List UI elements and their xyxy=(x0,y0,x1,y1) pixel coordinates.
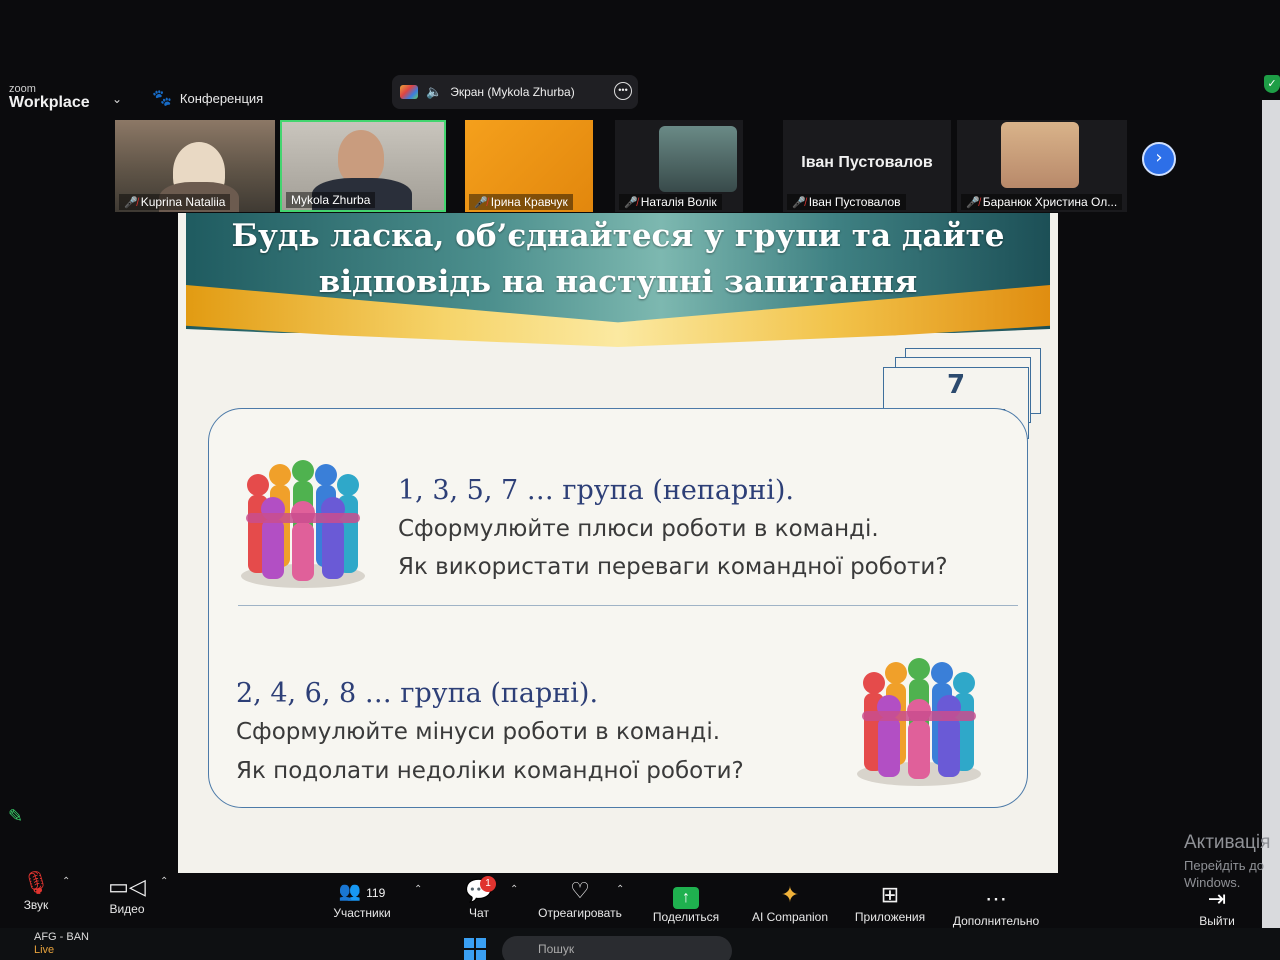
chat-button[interactable]: 💬 1 Чат xyxy=(460,876,498,920)
windows-start-icon[interactable] xyxy=(464,938,486,960)
team-circle-icon xyxy=(857,658,981,786)
mic-muted-icon: 🎤̸ xyxy=(792,197,806,209)
group1-line1: Сформулюйте плюси роботи в команді. xyxy=(398,516,879,542)
right-edge-panel xyxy=(1262,100,1280,960)
leave-meeting-button[interactable]: ⇥ Выйти xyxy=(1194,884,1240,928)
chat-options-caret[interactable]: ⌃ xyxy=(510,884,518,895)
meeting-toolbar: 🎙 Звук ⌃ ▭◁ Видео ⌃ 👥 119 Участники ⌃ 💬 … xyxy=(0,862,1280,932)
security-shield-icon: ✓ xyxy=(1264,75,1280,93)
participants-icon: 👥 119 xyxy=(338,881,386,901)
audio-button[interactable]: 🎙 Звук xyxy=(14,868,58,912)
annotate-pencil-icon[interactable]: ✎ xyxy=(8,806,23,827)
timer-value: 7 xyxy=(946,370,966,400)
group1-line2: Як використати переваги командної роботи… xyxy=(398,554,948,580)
heart-icon: ♡ xyxy=(570,878,590,903)
group2-line1: Сформулюйте мінуси роботи в команді. xyxy=(236,719,721,745)
mic-muted-icon: 🎤̸ xyxy=(124,197,138,209)
participant-name: 🎤̸ Kuprina Nataliia xyxy=(119,194,231,210)
taskbar-widget[interactable]: AFG - BAN Live xyxy=(8,931,89,957)
mic-muted-icon: 🎤̸ xyxy=(624,197,638,209)
mic-muted-icon: 🎤̸ xyxy=(474,197,488,209)
more-dots-icon: ⋯ xyxy=(985,886,1007,911)
more-options-icon[interactable]: ••• xyxy=(614,82,632,100)
participant-name: 🎤̸ Ірина Кравчук xyxy=(469,194,573,210)
share-screen-button[interactable]: ↑ Поделиться xyxy=(646,880,726,924)
apps-button[interactable]: ⊞ Приложения xyxy=(846,880,934,924)
participant-big-name: Іван Пустовалов xyxy=(801,154,933,171)
react-options-caret[interactable]: ⌃ xyxy=(616,884,624,895)
next-page-button[interactable]: › xyxy=(1142,142,1176,176)
participant-avatar xyxy=(1001,122,1079,188)
slide-title: Будь ласка, об’єднайтеся у групи та дайт… xyxy=(231,218,1005,300)
windows-taskbar: AFG - BAN Live Пошук xyxy=(0,928,1280,960)
zoom-top-bar: zoom Workplace ⌄ 🐾 Конференция 🔈 Экран (… xyxy=(0,70,1280,120)
participant-name: 🎤̸ Іван Пустовалов xyxy=(787,194,906,210)
participant-video xyxy=(338,130,384,184)
screen-share-pill[interactable]: 🔈 Экран (Mykola Zhurba) ••• xyxy=(392,75,638,109)
card-divider xyxy=(238,605,1018,606)
group2-heading: 2, 4, 6, 8 … група (парні). xyxy=(236,678,599,709)
share-arrow-icon: ↑ xyxy=(673,887,699,909)
mic-muted-icon: 🎤̸ xyxy=(966,197,980,209)
group2-line2: Як подолати недоліки командної роботи? xyxy=(236,758,744,784)
participant-name: 🎤̸ Наталія Волік xyxy=(619,194,722,210)
shared-screen-icon xyxy=(400,85,418,99)
participants-options-caret[interactable]: ⌃ xyxy=(414,884,422,895)
team-circle-icon xyxy=(241,460,365,588)
participant-tile[interactable]: 🎤̸ Kuprina Nataliia xyxy=(115,120,275,212)
exit-door-icon: ⇥ xyxy=(1207,886,1227,911)
participant-name: 🎤̸ Баранюк Христина Ол... xyxy=(961,194,1123,210)
react-button[interactable]: ♡ Отреагировать xyxy=(532,876,628,920)
chat-unread-badge: 1 xyxy=(480,876,496,892)
shared-slide: Будь ласка, об’єднайтеся у групи та дайт… xyxy=(178,213,1058,873)
speaker-icon[interactable]: 🔈 xyxy=(426,84,442,100)
participant-tile-active[interactable]: Mykola Zhurba xyxy=(280,120,446,212)
participant-tile[interactable]: 🎤̸ Баранюк Христина Ол... xyxy=(957,120,1127,212)
mic-muted-icon: 🎙 xyxy=(22,870,50,895)
participant-avatar xyxy=(659,126,737,192)
ai-companion-button[interactable]: ✦ AI Companion xyxy=(744,880,836,924)
paw-icon: 🐾 xyxy=(152,90,172,107)
sparkle-icon: ✦ xyxy=(780,882,800,907)
participant-tile[interactable]: 🎤̸ Наталія Волік xyxy=(615,120,743,212)
chevron-down-icon[interactable]: ⌄ xyxy=(112,92,122,106)
more-button[interactable]: ⋯ Дополнительно xyxy=(944,884,1048,928)
participant-tile[interactable]: Іван Пустовалов 🎤̸ Іван Пустовалов xyxy=(783,120,951,212)
participant-name: Mykola Zhurba xyxy=(286,192,376,208)
video-camera-icon: ▭◁ xyxy=(108,874,146,899)
zoom-logo: zoom Workplace xyxy=(9,83,90,111)
group1-heading: 1, 3, 5, 7 … група (непарні). xyxy=(398,475,794,506)
participant-tile[interactable]: 🎤̸ Ірина Кравчук xyxy=(465,120,593,212)
video-button[interactable]: ▭◁ Видео xyxy=(104,872,150,916)
video-options-caret[interactable]: ⌃ xyxy=(160,876,168,887)
participants-button[interactable]: 👥 119 Участники xyxy=(326,876,398,920)
apps-grid-icon: ⊞ xyxy=(880,882,900,907)
conference-menu[interactable]: 🐾 Конференция xyxy=(152,88,263,108)
audio-options-caret[interactable]: ⌃ xyxy=(62,876,70,887)
participant-gallery: 🎤̸ Kuprina Nataliia Mykola Zhurba 🎤̸ Ірина… xyxy=(115,116,1127,216)
taskbar-search-input[interactable]: Пошук xyxy=(502,936,732,960)
